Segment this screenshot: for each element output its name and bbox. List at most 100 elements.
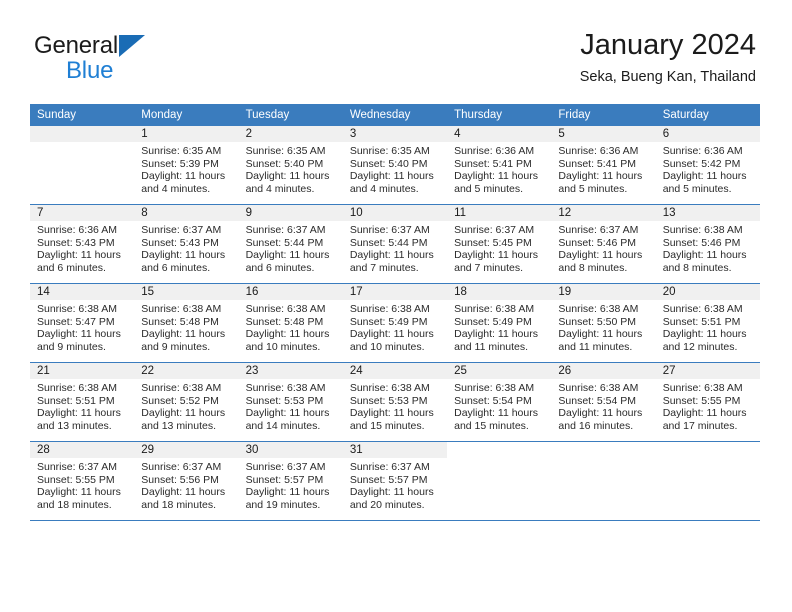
daylight-text: Daylight: 11 hours — [349, 486, 434, 499]
calendar-day-cell[interactable]: 16 Sunrise: 6:38 AM Sunset: 5:48 PM Dayligh… — [238, 283, 343, 363]
daylight-text: and 18 minutes. — [37, 498, 112, 511]
calendar-day-cell[interactable]: 30 Sunrise: 6:37 AM Sunset: 5:57 PM Dayligh… — [238, 441, 343, 521]
day-number: 13 — [655, 205, 760, 221]
sunrise-text: Sunrise: 6:38 AM — [37, 382, 117, 394]
calendar-week-row: 1 Sunrise: 6:35 AM Sunset: 5:39 PM Daylight… — [30, 126, 760, 205]
day-details: Sunrise: 6:38 AM Sunset: 5:51 PM Daylight:… — [30, 379, 134, 432]
weekday-header-row: Sunday Monday Tuesday Wednesday Thursday… — [30, 104, 760, 126]
daylight-text: Daylight: 11 hours — [37, 328, 121, 341]
logo-text-blue: Blue — [66, 57, 114, 84]
daylight-text: and 9 minutes. — [37, 340, 106, 353]
sunrise-text: Sunrise: 6:37 AM — [558, 224, 639, 236]
calendar-day-cell[interactable]: 10 Sunrise: 6:37 AM Sunset: 5:44 PM Dayligh… — [342, 204, 448, 284]
day-details: Sunrise: 6:38 AM Sunset: 5:49 PM Daylight:… — [447, 300, 551, 353]
sunset-text: Sunset: 5:54 PM — [454, 394, 532, 407]
calendar-day-cell[interactable]: 15 Sunrise: 6:38 AM Sunset: 5:48 PM Dayligh… — [134, 283, 239, 363]
daylight-text: Daylight: 11 hours — [662, 328, 747, 341]
calendar-day-cell[interactable]: 18 Sunrise: 6:38 AM Sunset: 5:49 PM Dayligh… — [447, 283, 552, 363]
calendar-day-cell[interactable]: 23 Sunrise: 6:38 AM Sunset: 5:53 PM Dayligh… — [238, 362, 343, 442]
day-number: 14 — [30, 284, 135, 300]
calendar-empty-cell — [655, 441, 760, 521]
sunset-text: Sunset: 5:50 PM — [558, 315, 637, 328]
calendar-day-cell[interactable]: 28 Sunrise: 6:37 AM Sunset: 5:55 PM Dayligh… — [30, 441, 135, 521]
daylight-text: Daylight: 11 hours — [349, 170, 434, 183]
calendar-day-cell[interactable]: 14 Sunrise: 6:38 AM Sunset: 5:47 PM Dayligh… — [30, 283, 135, 363]
sunrise-text: Sunrise: 6:35 AM — [245, 145, 326, 157]
calendar-day-cell[interactable]: 31 Sunrise: 6:37 AM Sunset: 5:57 PM Dayligh… — [342, 441, 448, 521]
sunset-text: Sunset: 5:56 PM — [141, 473, 219, 486]
daylight-text: and 5 minutes. — [454, 182, 524, 195]
day-number: 16 — [238, 284, 343, 300]
day-number: 27 — [655, 363, 760, 379]
calendar-day-cell[interactable]: 12 Sunrise: 6:37 AM Sunset: 5:46 PM Dayligh… — [551, 204, 656, 284]
day-details: Sunrise: 6:38 AM Sunset: 5:49 PM Daylight:… — [343, 300, 447, 353]
calendar-day-cell[interactable]: 4 Sunrise: 6:36 AM Sunset: 5:41 PM Daylight… — [447, 126, 552, 205]
calendar-day-cell[interactable]: 1 Sunrise: 6:35 AM Sunset: 5:39 PM Daylight… — [134, 126, 239, 205]
weekday-header-tuesday: Tuesday — [238, 104, 343, 126]
day-number: 24 — [342, 363, 448, 379]
day-details: Sunrise: 6:36 AM Sunset: 5:41 PM Daylight:… — [447, 142, 551, 195]
daylight-text: Daylight: 11 hours — [141, 328, 226, 341]
sunset-text: Sunset: 5:55 PM — [662, 394, 741, 407]
day-details: Sunrise: 6:38 AM Sunset: 5:50 PM Daylight:… — [551, 300, 655, 353]
day-number: 26 — [551, 363, 656, 379]
calendar-day-cell[interactable]: 20 Sunrise: 6:38 AM Sunset: 5:51 PM Dayligh… — [655, 283, 760, 363]
calendar-day-cell[interactable]: 17 Sunrise: 6:38 AM Sunset: 5:49 PM Dayligh… — [342, 283, 448, 363]
daylight-text: and 16 minutes. — [558, 419, 634, 432]
weekday-header-thursday: Thursday — [447, 104, 552, 126]
calendar-empty-cell — [30, 126, 135, 205]
daylight-text: Daylight: 11 hours — [141, 249, 226, 262]
weekday-header-wednesday: Wednesday — [342, 104, 448, 126]
calendar-day-cell[interactable]: 3 Sunrise: 6:35 AM Sunset: 5:40 PM Daylight… — [342, 126, 448, 205]
calendar-day-cell[interactable]: 21 Sunrise: 6:38 AM Sunset: 5:51 PM Dayligh… — [30, 362, 135, 442]
calendar-day-cell[interactable]: 7 Sunrise: 6:36 AM Sunset: 5:43 PM Daylight… — [30, 204, 135, 284]
daylight-text: and 10 minutes. — [245, 340, 321, 353]
daylight-text: Daylight: 11 hours — [141, 486, 226, 499]
day-details: Sunrise: 6:37 AM Sunset: 5:43 PM Daylight:… — [134, 221, 238, 274]
daylight-text: and 5 minutes. — [558, 182, 628, 195]
sunrise-text: Sunrise: 6:37 AM — [349, 224, 430, 236]
calendar-day-cell[interactable]: 2 Sunrise: 6:35 AM Sunset: 5:40 PM Daylight… — [238, 126, 343, 205]
day-number — [655, 442, 760, 458]
sunrise-text: Sunrise: 6:37 AM — [454, 224, 535, 236]
day-details: Sunrise: 6:36 AM Sunset: 5:42 PM Daylight:… — [656, 142, 760, 195]
calendar-day-cell[interactable]: 27 Sunrise: 6:38 AM Sunset: 5:55 PM Dayligh… — [655, 362, 760, 442]
daylight-text: and 19 minutes. — [245, 498, 321, 511]
daylight-text: Daylight: 11 hours — [37, 407, 121, 420]
calendar-week-row: 7 Sunrise: 6:36 AM Sunset: 5:43 PM Daylight… — [30, 204, 760, 284]
calendar-day-cell[interactable]: 24 Sunrise: 6:38 AM Sunset: 5:53 PM Dayligh… — [342, 362, 448, 442]
calendar-day-cell[interactable]: 25 Sunrise: 6:38 AM Sunset: 5:54 PM Dayligh… — [447, 362, 552, 442]
general-blue-logo[interactable]: General Blue — [34, 34, 145, 83]
calendar-day-cell[interactable]: 5 Sunrise: 6:36 AM Sunset: 5:41 PM Daylight… — [551, 126, 656, 205]
calendar-day-cell[interactable]: 6 Sunrise: 6:36 AM Sunset: 5:42 PM Daylight… — [655, 126, 760, 205]
daylight-text: Daylight: 11 hours — [245, 486, 330, 499]
page-title: January 2024 — [580, 29, 756, 61]
sunrise-text: Sunrise: 6:38 AM — [245, 303, 326, 315]
page-subtitle-location: Seka, Bueng Kan, Thailand — [579, 69, 756, 86]
calendar-day-cell[interactable]: 8 Sunrise: 6:37 AM Sunset: 5:43 PM Daylight… — [134, 204, 239, 284]
sunrise-text: Sunrise: 6:37 AM — [349, 461, 430, 473]
sunrise-text: Sunrise: 6:38 AM — [558, 382, 639, 394]
calendar-day-cell[interactable]: 29 Sunrise: 6:37 AM Sunset: 5:56 PM Dayligh… — [134, 441, 239, 521]
calendar-day-cell[interactable]: 22 Sunrise: 6:38 AM Sunset: 5:52 PM Dayligh… — [134, 362, 239, 442]
calendar-day-cell[interactable]: 9 Sunrise: 6:37 AM Sunset: 5:44 PM Daylight… — [238, 204, 343, 284]
sunrise-text: Sunrise: 6:38 AM — [662, 303, 743, 315]
day-number: 29 — [134, 442, 239, 458]
daylight-text: Daylight: 11 hours — [141, 407, 226, 420]
daylight-text: and 13 minutes. — [141, 419, 216, 432]
daylight-text: Daylight: 11 hours — [349, 407, 434, 420]
calendar-day-cell[interactable]: 26 Sunrise: 6:38 AM Sunset: 5:54 PM Dayligh… — [551, 362, 656, 442]
daylight-text: and 5 minutes. — [662, 182, 732, 195]
calendar-week-row: 21 Sunrise: 6:38 AM Sunset: 5:51 PM Dayligh… — [30, 362, 760, 442]
day-number: 25 — [447, 363, 552, 379]
calendar-day-cell[interactable]: 11 Sunrise: 6:37 AM Sunset: 5:45 PM Dayligh… — [447, 204, 552, 284]
sunset-text: Sunset: 5:51 PM — [662, 315, 741, 328]
daylight-text: and 9 minutes. — [141, 340, 211, 353]
daylight-text: and 4 minutes. — [245, 182, 315, 195]
calendar-page: General Blue January 2024 Seka, Bueng Ka… — [0, 0, 792, 612]
day-number — [30, 126, 135, 142]
calendar-day-cell[interactable]: 19 Sunrise: 6:38 AM Sunset: 5:50 PM Dayligh… — [551, 283, 656, 363]
day-number: 28 — [30, 442, 135, 458]
calendar-day-cell[interactable]: 13 Sunrise: 6:38 AM Sunset: 5:46 PM Dayligh… — [655, 204, 760, 284]
daylight-text: Daylight: 11 hours — [558, 407, 643, 420]
